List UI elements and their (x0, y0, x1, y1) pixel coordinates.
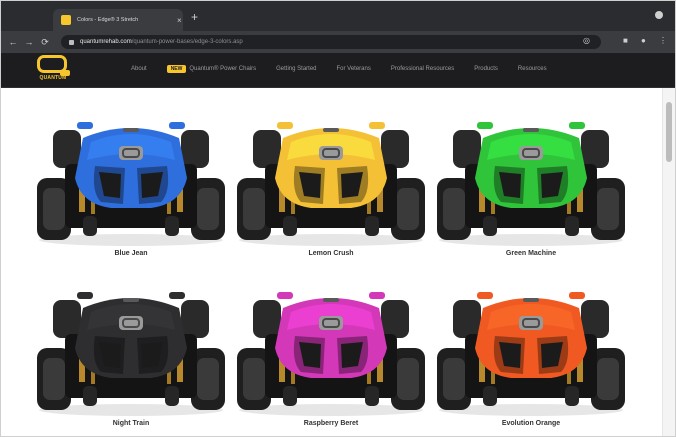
browser-window: Colors - Edge® 3 Stretch × + ← → ⟳ quant… (0, 0, 676, 437)
site-header: QUANTUM About NEW Quantum® Power Chairs … (1, 53, 675, 88)
scrollbar-thumb[interactable] (666, 102, 672, 162)
url-path: /quantum-power-bases/edge-3-colors.asp (131, 39, 243, 45)
power-base-image (237, 292, 425, 416)
power-base-image (237, 122, 425, 246)
browser-tab[interactable]: Colors - Edge® 3 Stretch × (53, 9, 183, 31)
product-color-name[interactable]: Night Train (31, 420, 231, 427)
profile-icon[interactable]: ● (641, 36, 646, 45)
product-color-name[interactable]: Lemon Crush (231, 250, 431, 257)
menu-icon[interactable]: ⋮ (659, 36, 667, 45)
nav-item-label: Quantum® Power Chairs (189, 66, 257, 72)
share-icon[interactable]: ◎ (583, 36, 590, 45)
nav-item-professional-resources[interactable]: Professional Resources (391, 66, 454, 72)
power-base-image (437, 122, 625, 246)
logo-mark-icon (37, 55, 70, 76)
nav-item-getting-started[interactable]: Getting Started (276, 66, 316, 72)
product-card[interactable]: Night Train (31, 278, 231, 436)
new-badge: NEW (166, 65, 187, 73)
product-card[interactable]: Evolution Orange (431, 278, 631, 436)
site-logo[interactable]: QUANTUM (29, 55, 77, 83)
reload-icon[interactable]: ⟳ (37, 37, 53, 48)
logo-text: QUANTUM (39, 75, 67, 81)
nav-item-about[interactable]: About (131, 66, 147, 72)
address-bar[interactable]: quantumrehab.com /quantum-power-bases/ed… (61, 35, 601, 49)
url-host: quantumrehab.com (80, 39, 132, 45)
power-base-image (37, 292, 225, 416)
product-color-name[interactable]: Raspberry Beret (231, 420, 431, 427)
product-color-grid: Blue Jean Lemon Crush Green Machine Night T… (1, 88, 663, 436)
tab-strip: Colors - Edge® 3 Stretch × + (1, 1, 675, 31)
nav-item-veterans[interactable]: For Veterans (337, 66, 371, 72)
scrollbar[interactable] (662, 88, 675, 436)
back-icon[interactable]: ← (5, 37, 21, 47)
product-card[interactable]: Lemon Crush (231, 108, 431, 268)
new-tab-icon[interactable]: + (191, 11, 198, 23)
favicon-icon (61, 15, 71, 25)
forward-icon[interactable]: → (21, 37, 37, 47)
address-bar-row: ← → ⟳ quantumrehab.com /quantum-power-ba… (1, 31, 675, 53)
nav-item-power-chairs[interactable]: NEW Quantum® Power Chairs (166, 65, 257, 73)
product-color-name[interactable]: Evolution Orange (431, 420, 631, 427)
product-card[interactable]: Blue Jean (31, 108, 231, 268)
nav-item-resources[interactable]: Resources (518, 66, 547, 72)
window-control-icon[interactable] (655, 11, 663, 19)
extension-icon[interactable]: ■ (623, 36, 628, 45)
site-nav: About NEW Quantum® Power Chairs Getting … (131, 65, 547, 73)
nav-item-products[interactable]: Products (474, 66, 498, 72)
product-card[interactable]: Raspberry Beret (231, 278, 431, 436)
lock-icon (69, 39, 74, 45)
product-color-name[interactable]: Green Machine (431, 250, 631, 257)
product-card[interactable]: Green Machine (431, 108, 631, 268)
tab-title: Colors - Edge® 3 Stretch (77, 17, 139, 23)
close-icon[interactable]: × (177, 16, 182, 25)
power-base-image (437, 292, 625, 416)
power-base-image (37, 122, 225, 246)
product-color-name[interactable]: Blue Jean (31, 250, 231, 257)
